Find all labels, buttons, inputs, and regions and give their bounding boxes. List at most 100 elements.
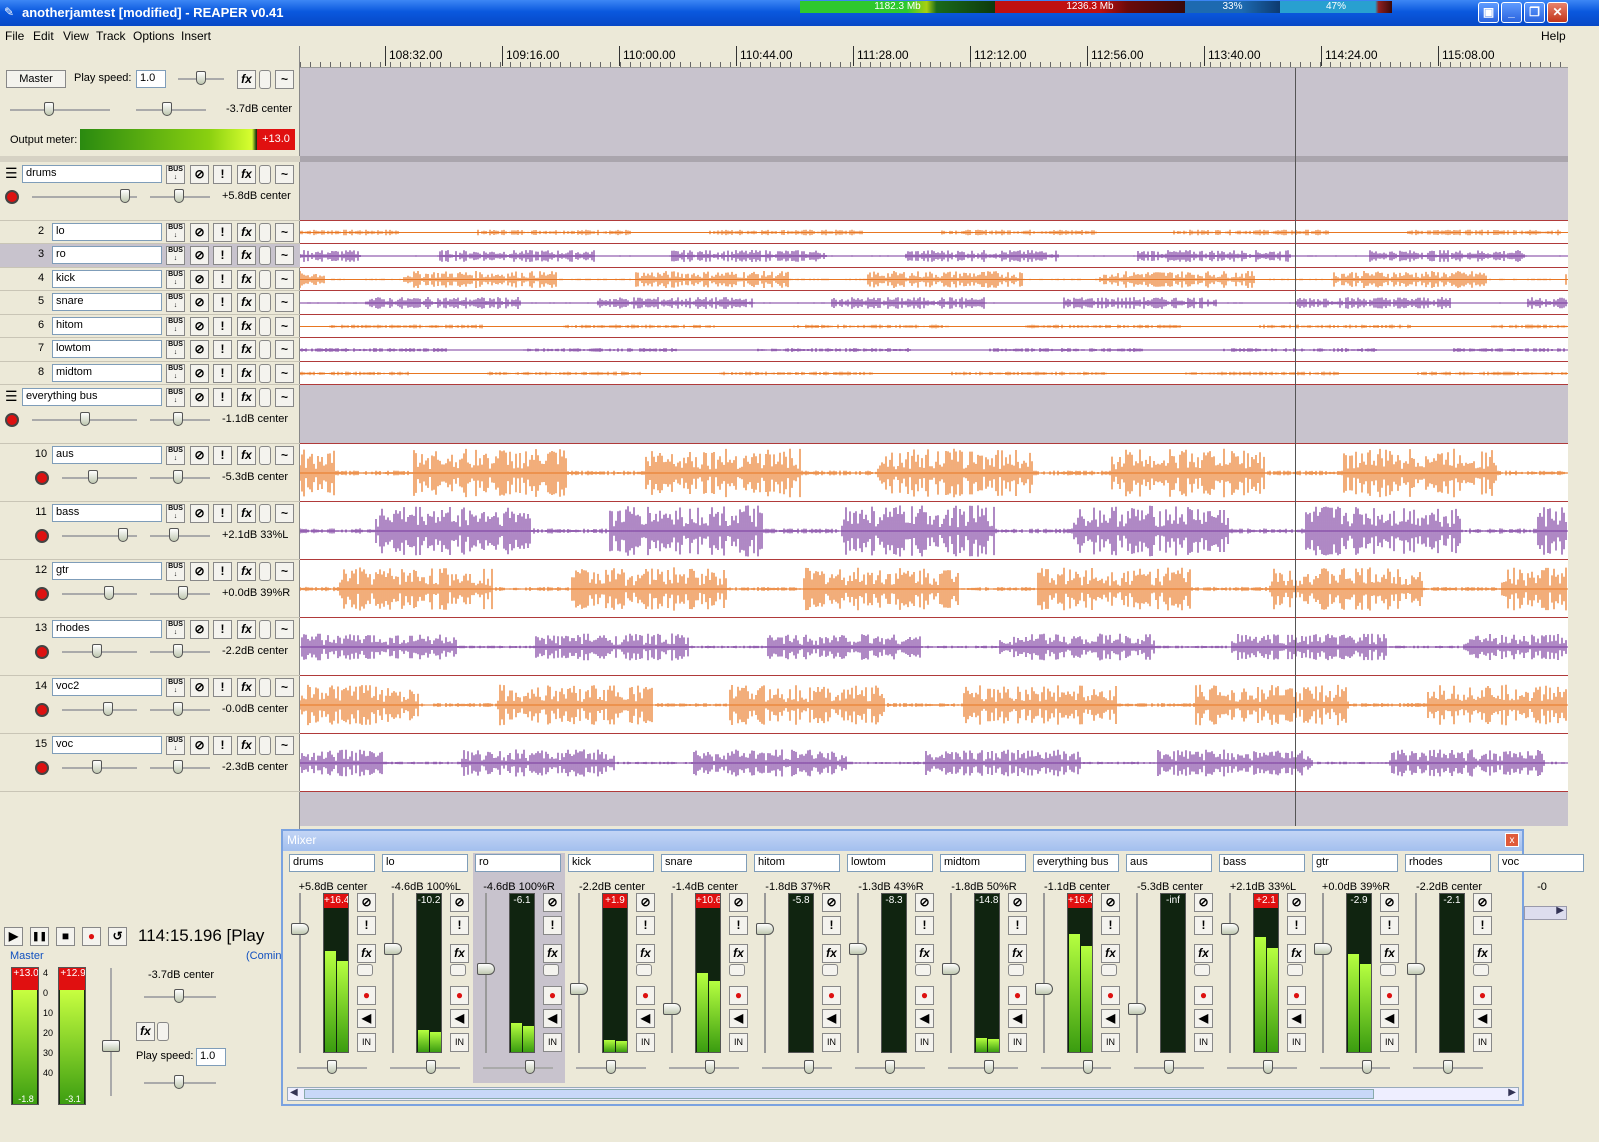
fx-button[interactable]: fx <box>237 678 256 697</box>
mute-button[interactable]: ⊘ <box>190 317 209 336</box>
strip-solo-button[interactable]: ! <box>1287 916 1306 935</box>
fx-button[interactable]: fx <box>237 562 256 581</box>
record-button[interactable]: ● <box>82 927 101 946</box>
bus-button[interactable]: BUS ↓ <box>166 317 185 336</box>
strip-input-button[interactable]: IN <box>822 1033 841 1052</box>
strip-speaker-button[interactable]: ◀ <box>1194 1009 1213 1028</box>
strip-solo-button[interactable]: ! <box>822 916 841 935</box>
strip-io-button[interactable] <box>1473 964 1489 976</box>
volume-slider-knob[interactable] <box>103 702 113 716</box>
track-row[interactable]: 14 voc2 BUS ↓ ⊘! fx ~ -0.0dB center <box>0 676 300 734</box>
vertical-scroll-area[interactable] <box>1568 46 1599 926</box>
menu-track[interactable]: Track <box>96 29 126 43</box>
track-name-gtr[interactable]: gtr <box>52 562 162 580</box>
master-button[interactable]: Master <box>6 70 66 88</box>
fx-button[interactable]: fx <box>237 317 256 336</box>
mute-button[interactable]: ⊘ <box>190 165 209 184</box>
track-row[interactable]: 15 voc BUS ↓ ⊘! fx ~ -2.3dB center <box>0 734 300 792</box>
bus-button[interactable]: BUS ↓ <box>166 223 185 242</box>
io-button[interactable] <box>259 364 271 383</box>
master-panel-play-speed-input[interactable]: 1.0 <box>196 1048 226 1066</box>
media-item-lane[interactable] <box>300 315 1568 338</box>
track-name-rhodes[interactable]: rhodes <box>52 620 162 638</box>
volume-slider-knob[interactable] <box>92 760 102 774</box>
master-fader-knob[interactable] <box>102 1040 120 1052</box>
track-name-ro[interactable]: ro <box>52 246 162 264</box>
strip-speaker-button[interactable]: ◀ <box>822 1009 841 1028</box>
fx-button[interactable]: fx <box>237 446 256 465</box>
strip-input-button[interactable]: IN <box>1101 1033 1120 1052</box>
track-row[interactable]: 4 kick BUS ↓ ⊘! fx ~ <box>0 268 300 291</box>
strip-input-button[interactable]: IN <box>450 1033 469 1052</box>
folder-lane[interactable] <box>300 163 1568 221</box>
strip-speaker-button[interactable]: ◀ <box>1008 1009 1027 1028</box>
strip-fx-button[interactable]: fx <box>357 944 376 963</box>
io-button[interactable] <box>259 293 271 312</box>
strip-solo-button[interactable]: ! <box>915 916 934 935</box>
timeline-ruler[interactable]: 108:32.00 109:16.00 110:00.00 110:44.00 111:… <box>300 46 1568 68</box>
bus-button[interactable]: BUS ↓ <box>166 293 185 312</box>
strip-solo-button[interactable]: ! <box>636 916 655 935</box>
strip-mute-button[interactable]: ⊘ <box>915 893 934 912</box>
track-name-aus[interactable]: aus <box>52 446 162 464</box>
strip-volume-fader-knob[interactable] <box>477 963 495 975</box>
strip-io-button[interactable] <box>822 964 838 976</box>
strip-volume-fader-knob[interactable] <box>1221 923 1239 935</box>
solo-button[interactable]: ! <box>213 504 232 523</box>
io-button[interactable] <box>259 620 271 639</box>
strip-volume-fader-knob[interactable] <box>849 943 867 955</box>
strip-io-button[interactable] <box>636 964 652 976</box>
master-volume-knob[interactable] <box>44 102 54 116</box>
strip-record-arm-button[interactable]: ● <box>636 986 655 1005</box>
envelope-button[interactable]: ~ <box>275 293 294 312</box>
pan-slider-knob[interactable] <box>173 760 183 774</box>
strip-io-button[interactable] <box>1008 964 1024 976</box>
solo-button[interactable]: ! <box>213 678 232 697</box>
strip-name-input[interactable]: rhodes <box>1405 854 1491 872</box>
strip-volume-fader-knob[interactable] <box>1407 963 1425 975</box>
pan-slider-knob[interactable] <box>169 528 179 542</box>
strip-io-button[interactable] <box>543 964 559 976</box>
mute-button[interactable]: ⊘ <box>190 223 209 242</box>
strip-mute-button[interactable]: ⊘ <box>729 893 748 912</box>
envelope-button[interactable]: ~ <box>275 223 294 242</box>
solo-button[interactable]: ! <box>213 317 232 336</box>
io-button[interactable] <box>259 317 271 336</box>
io-button[interactable] <box>259 223 271 242</box>
track-name-midtom[interactable]: midtom <box>52 364 162 382</box>
media-item-lane[interactable] <box>300 502 1568 560</box>
fx-button[interactable]: fx <box>237 736 256 755</box>
track-name-hitom[interactable]: hitom <box>52 317 162 335</box>
mixer-scroll-right-icon[interactable]: ▶ <box>1508 1087 1516 1098</box>
strip-fx-button[interactable]: fx <box>1008 944 1027 963</box>
strip-fx-button[interactable]: fx <box>822 944 841 963</box>
track-row[interactable]: 3 ro BUS ↓ ⊘! fx ~ <box>0 244 300 268</box>
volume-slider-knob[interactable] <box>120 189 130 203</box>
media-item-lane[interactable] <box>300 734 1568 792</box>
master-envelope-button[interactable]: ~ <box>275 70 294 89</box>
strip-solo-button[interactable]: ! <box>1101 916 1120 935</box>
strip-volume-fader-knob[interactable] <box>756 923 774 935</box>
strip-fx-button[interactable]: fx <box>915 944 934 963</box>
volume-slider-knob[interactable] <box>118 528 128 542</box>
folder-icon[interactable]: ☰ <box>5 165 18 182</box>
strip-record-arm-button[interactable]: ● <box>915 986 934 1005</box>
io-button[interactable] <box>259 678 271 697</box>
track-row[interactable]: ☰ drums BUS ↓ ⊘! fx ~ +5.8dB center <box>0 163 300 221</box>
track-name-snare[interactable]: snare <box>52 293 162 311</box>
strip-input-button[interactable]: IN <box>357 1033 376 1052</box>
media-item-lane[interactable] <box>300 268 1568 291</box>
strip-io-button[interactable] <box>1380 964 1396 976</box>
bus-button[interactable]: BUS ↓ <box>166 736 185 755</box>
mute-button[interactable]: ⊘ <box>190 736 209 755</box>
strip-solo-button[interactable]: ! <box>450 916 469 935</box>
track-name-voc[interactable]: voc <box>52 736 162 754</box>
media-item-lane[interactable] <box>300 444 1568 502</box>
record-arm-button[interactable] <box>35 529 49 543</box>
strip-mute-button[interactable]: ⊘ <box>1101 893 1120 912</box>
fx-button[interactable]: fx <box>237 504 256 523</box>
strip-speaker-button[interactable]: ◀ <box>543 1009 562 1028</box>
strip-mute-button[interactable]: ⊘ <box>1287 893 1306 912</box>
strip-mute-button[interactable]: ⊘ <box>357 893 376 912</box>
envelope-button[interactable]: ~ <box>275 562 294 581</box>
